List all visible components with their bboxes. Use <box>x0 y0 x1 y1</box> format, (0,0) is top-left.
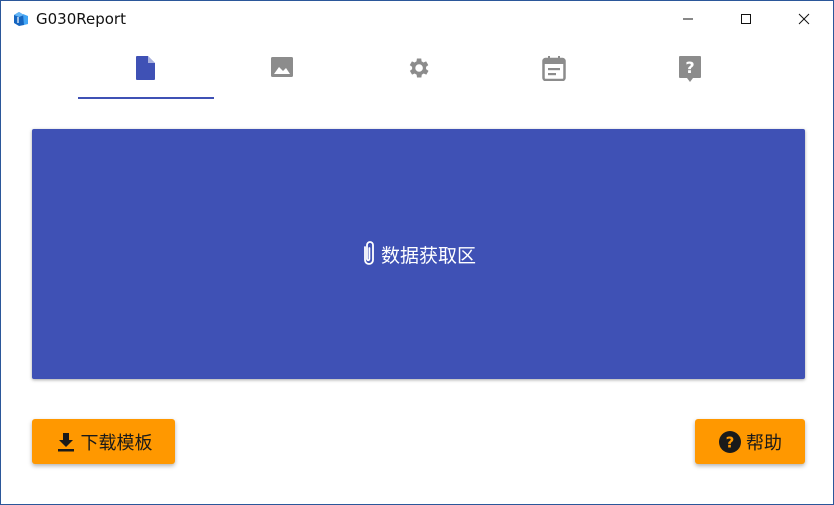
tab-image[interactable] <box>214 45 350 99</box>
paperclip-icon <box>364 241 374 265</box>
minimize-icon <box>683 18 693 20</box>
tab-bar: ? <box>78 45 758 99</box>
help-label: 帮助 <box>746 432 782 454</box>
close-icon <box>798 13 810 25</box>
drop-area-label: 数据获取区 <box>380 244 476 267</box>
help-chat-icon: ? <box>679 56 701 82</box>
close-button[interactable] <box>775 1 833 37</box>
title-bar: G030Report <box>1 1 833 37</box>
file-icon <box>136 56 155 80</box>
maximize-button[interactable] <box>717 1 775 37</box>
app-logo-icon <box>13 11 29 27</box>
calendar-icon <box>542 56 566 81</box>
image-icon <box>271 57 293 77</box>
gear-icon <box>409 58 429 78</box>
app-window: G030Report ? 数据获取区 下载模板 ? 帮助 <box>0 0 834 505</box>
window-title: G030Report <box>36 10 126 28</box>
minimize-button[interactable] <box>659 1 717 37</box>
maximize-icon <box>741 14 751 24</box>
svg-text:?: ? <box>726 433 735 451</box>
drop-area-content: 数据获取区 <box>361 240 476 268</box>
download-template-label: 下载模板 <box>80 432 153 454</box>
svg-text:?: ? <box>685 58 694 77</box>
tab-help[interactable]: ? <box>622 45 758 99</box>
tab-calendar[interactable] <box>486 45 622 99</box>
tab-file[interactable] <box>78 45 214 99</box>
data-drop-area[interactable]: 数据获取区 <box>32 129 805 379</box>
download-template-button[interactable]: 下载模板 <box>32 419 175 464</box>
tab-settings[interactable] <box>350 45 486 99</box>
download-icon <box>57 432 74 451</box>
help-button[interactable]: ? 帮助 <box>695 419 805 464</box>
help-circle-icon: ? <box>719 430 741 453</box>
